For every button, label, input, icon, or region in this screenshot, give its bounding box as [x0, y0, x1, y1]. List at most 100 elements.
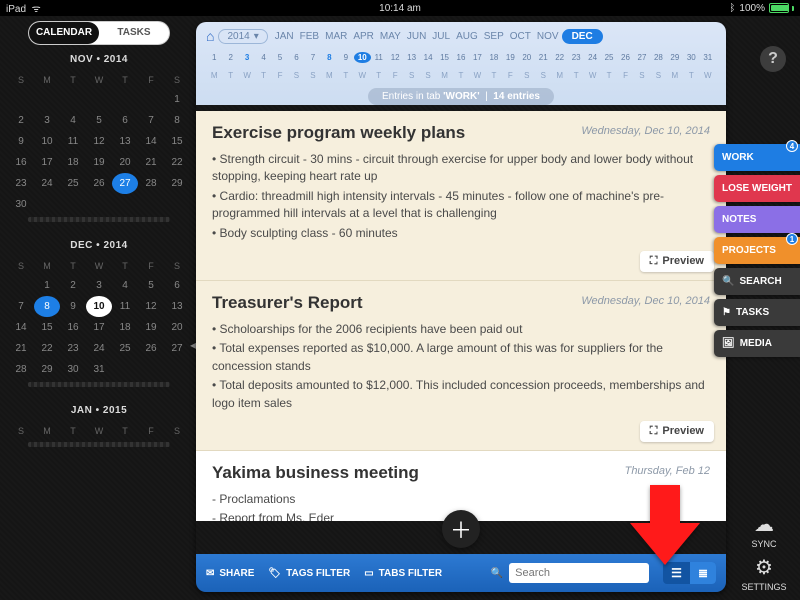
day-number[interactable]: 5	[272, 52, 288, 63]
day-number[interactable]: 12	[387, 52, 403, 63]
day-number[interactable]: 2	[222, 52, 238, 63]
day-number[interactable]: 8	[321, 52, 337, 63]
entry-card[interactable]: Exercise program weekly plansWednesday, …	[196, 111, 726, 281]
mini-day-cell[interactable]: 12	[86, 131, 112, 152]
day-number[interactable]: 10	[354, 52, 370, 63]
mini-day-cell[interactable]: 18	[112, 317, 138, 338]
entry-card[interactable]: Treasurer's ReportWednesday, Dec 10, 201…	[196, 281, 726, 451]
month-tab[interactable]: OCT	[507, 29, 534, 44]
month-tab[interactable]: DEC	[562, 29, 603, 44]
mini-day-cell[interactable]: 11	[60, 131, 86, 152]
mini-day-cell[interactable]: 31	[86, 359, 112, 380]
toggle-tasks[interactable]: TASKS	[99, 22, 169, 44]
mini-day-cell[interactable]: 30	[8, 194, 34, 215]
mode-toggle[interactable]: CALENDAR TASKS	[29, 22, 169, 44]
mini-day-cell[interactable]: 2	[60, 275, 86, 296]
mini-day-cell[interactable]: 23	[60, 338, 86, 359]
mini-day-cell[interactable]: 9	[8, 131, 34, 152]
day-number[interactable]: 31	[700, 52, 716, 63]
mini-day-cell[interactable]: 19	[138, 317, 164, 338]
month-tab[interactable]: MAR	[322, 29, 350, 44]
mini-day-cell[interactable]: 21	[138, 152, 164, 173]
mini-day-cell[interactable]: 14	[138, 131, 164, 152]
day-number[interactable]: 24	[584, 52, 600, 63]
home-icon[interactable]: ⌂	[206, 28, 214, 44]
mini-day-cell[interactable]: 29	[164, 173, 190, 194]
month-tab[interactable]: JUL	[429, 29, 453, 44]
mini-day-cell[interactable]: 6	[164, 275, 190, 296]
right-tab[interactable]: LOSE WEIGHT	[714, 175, 800, 202]
mini-day-cell[interactable]: 5	[86, 110, 112, 131]
mini-day-cell[interactable]: 2	[8, 110, 34, 131]
mini-day-cell[interactable]: 24	[86, 338, 112, 359]
preview-button[interactable]: ⛶Preview	[640, 421, 714, 442]
day-number[interactable]: 4	[255, 52, 271, 63]
mini-day-cell[interactable]: 26	[138, 338, 164, 359]
tags-filter-button[interactable]: 🏷TAGS FILTER	[268, 568, 350, 579]
mini-day-cell[interactable]: 15	[164, 131, 190, 152]
mini-day-cell[interactable]: 3	[86, 275, 112, 296]
mini-day-cell[interactable]: 22	[34, 338, 60, 359]
day-number[interactable]: 14	[420, 52, 436, 63]
day-number[interactable]: 13	[403, 52, 419, 63]
search-icon[interactable]: 🔍	[491, 568, 503, 579]
mini-day-cell[interactable]: 18	[60, 152, 86, 173]
mini-day-cell[interactable]: 28	[138, 173, 164, 194]
add-entry-button[interactable]: ＋	[442, 510, 480, 548]
share-button[interactable]: ✉SHARE	[206, 568, 254, 579]
month-tab[interactable]: AUG	[453, 29, 481, 44]
mini-day-cell[interactable]: 10	[34, 131, 60, 152]
mini-day-cell[interactable]: 20	[112, 152, 138, 173]
mini-day-cell[interactable]: 1	[34, 275, 60, 296]
day-number[interactable]: 3	[239, 52, 255, 63]
mini-day-cell[interactable]: 27	[112, 173, 138, 194]
mini-day-cell[interactable]: 10	[86, 296, 112, 317]
day-number[interactable]: 1	[206, 52, 222, 63]
day-number[interactable]: 6	[288, 52, 304, 63]
mini-day-cell[interactable]: 7	[138, 110, 164, 131]
right-tab[interactable]: 🔍SEARCH	[714, 268, 800, 295]
mini-day-cell[interactable]: 13	[164, 296, 190, 317]
toggle-calendar[interactable]: CALENDAR	[29, 22, 99, 44]
right-tab[interactable]: NOTES	[714, 206, 800, 233]
mini-day-cell[interactable]: 14	[8, 317, 34, 338]
mini-day-cell[interactable]: 8	[34, 296, 60, 317]
mini-day-cell[interactable]: 13	[112, 131, 138, 152]
month-tab[interactable]: JAN	[272, 29, 297, 44]
day-number[interactable]: 29	[667, 52, 683, 63]
mini-day-cell[interactable]: 1	[164, 89, 190, 110]
mini-day-cell[interactable]: 23	[8, 173, 34, 194]
day-number[interactable]: 9	[338, 52, 354, 63]
help-button[interactable]: ?	[760, 46, 786, 72]
mini-day-cell[interactable]: 30	[60, 359, 86, 380]
mini-day-cell[interactable]: 7	[8, 296, 34, 317]
mini-day-cell[interactable]: 20	[164, 317, 190, 338]
day-number[interactable]: 7	[305, 52, 321, 63]
mini-day-cell[interactable]: 8	[164, 110, 190, 131]
mini-day-cell[interactable]: 9	[60, 296, 86, 317]
day-number[interactable]: 18	[486, 52, 502, 63]
mini-day-cell[interactable]: 16	[8, 152, 34, 173]
mini-day-cell[interactable]: 16	[60, 317, 86, 338]
mini-day-cell[interactable]: 12	[138, 296, 164, 317]
mini-day-cell[interactable]: 4	[60, 110, 86, 131]
settings-button[interactable]: ⚙SETTINGS	[734, 555, 794, 592]
mini-day-cell[interactable]: 4	[112, 275, 138, 296]
day-number[interactable]: 30	[683, 52, 699, 63]
day-number[interactable]: 28	[650, 52, 666, 63]
day-number[interactable]: 23	[568, 52, 584, 63]
month-tab[interactable]: SEP	[481, 29, 507, 44]
search-input[interactable]	[509, 563, 649, 583]
day-number[interactable]: 16	[453, 52, 469, 63]
day-number[interactable]: 17	[469, 52, 485, 63]
day-number[interactable]: 15	[436, 52, 452, 63]
month-tab[interactable]: MAY	[377, 29, 404, 44]
right-tab[interactable]: WORK4	[714, 144, 800, 171]
sync-button[interactable]: ☁SYNC	[734, 512, 794, 549]
right-tab[interactable]: PROJECTS1	[714, 237, 800, 264]
mini-day-cell[interactable]: 5	[138, 275, 164, 296]
month-tab[interactable]: APR	[350, 29, 377, 44]
mini-day-cell[interactable]: 28	[8, 359, 34, 380]
day-number[interactable]: 25	[601, 52, 617, 63]
right-tab[interactable]: 🖼MEDIA	[714, 330, 800, 357]
